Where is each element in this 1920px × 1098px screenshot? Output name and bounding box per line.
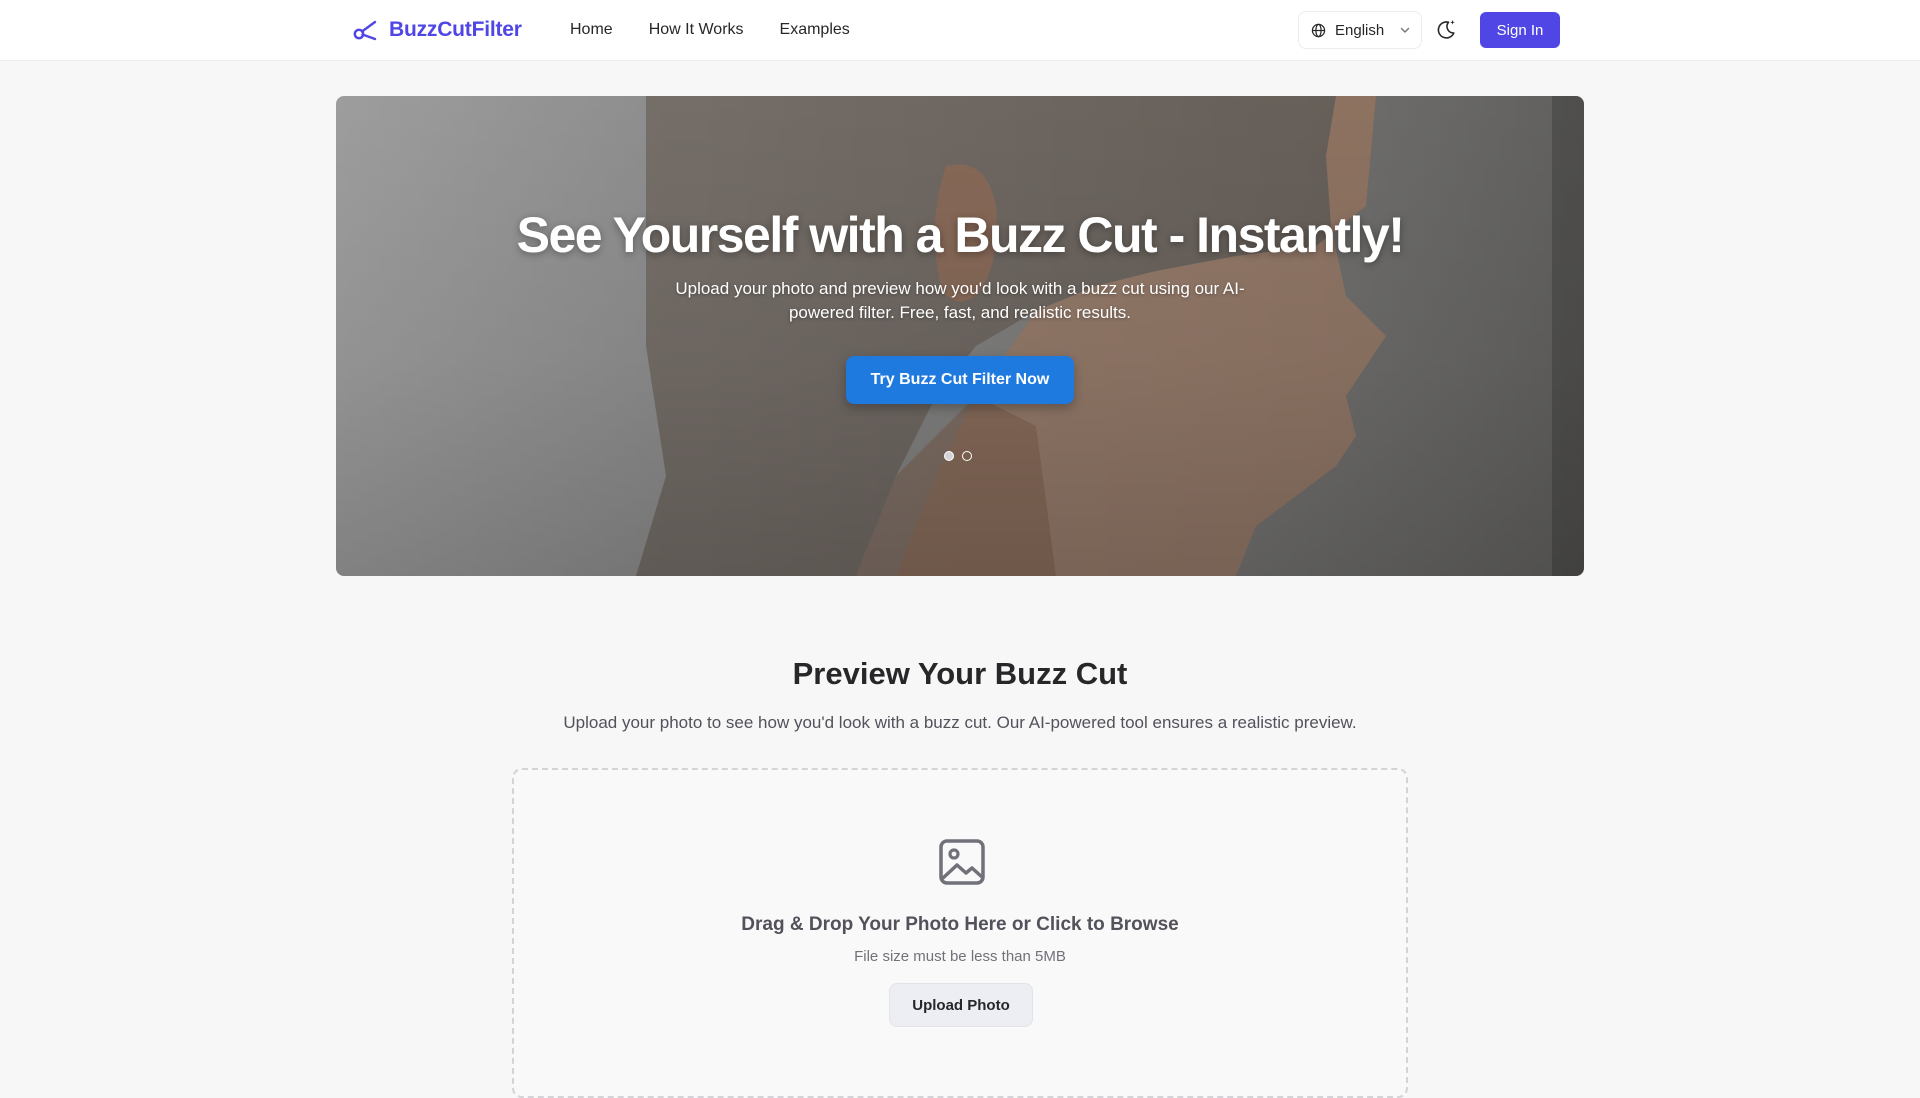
carousel-dot-2[interactable] xyxy=(962,451,972,461)
nav-link-home[interactable]: Home xyxy=(570,21,613,39)
sign-in-button[interactable]: Sign In xyxy=(1480,12,1560,48)
nav-link-examples[interactable]: Examples xyxy=(780,21,850,39)
brand-name: BuzzCutFilter xyxy=(389,18,522,41)
hero-banner: See Yourself with a Buzz Cut - Instantly… xyxy=(336,96,1584,576)
brand-logo[interactable]: BuzzCutFilter xyxy=(353,16,522,44)
carousel-dot-1[interactable] xyxy=(944,451,954,461)
language-label: English xyxy=(1335,21,1385,39)
dropzone-file-size-note: File size must be less than 5MB xyxy=(854,948,1066,965)
chevron-down-icon xyxy=(1401,27,1410,33)
theme-toggle-button[interactable] xyxy=(1434,17,1460,43)
top-navbar: BuzzCutFilter Home How It Works Examples… xyxy=(0,0,1920,61)
hero-overlay xyxy=(336,96,1584,576)
main-nav: Home How It Works Examples xyxy=(570,0,850,60)
globe-icon xyxy=(1311,23,1326,37)
preview-section-subtitle: Upload your photo to see how you'd look … xyxy=(563,713,1357,732)
try-filter-button[interactable]: Try Buzz Cut Filter Now xyxy=(846,356,1074,404)
photo-dropzone[interactable]: Drag & Drop Your Photo Here or Click to … xyxy=(512,768,1408,1098)
hero-subtitle: Upload your photo and preview how you'd … xyxy=(675,279,1245,322)
scissors-logo-icon xyxy=(353,20,377,41)
language-selector[interactable]: English xyxy=(1298,11,1422,49)
carousel-indicators xyxy=(944,451,972,461)
hero-title: See Yourself with a Buzz Cut - Instantly… xyxy=(516,207,1405,263)
upload-photo-button[interactable]: Upload Photo xyxy=(889,983,1033,1027)
nav-link-how-it-works[interactable]: How It Works xyxy=(649,21,744,39)
dropzone-title: Drag & Drop Your Photo Here or Click to … xyxy=(741,914,1179,935)
moon-sparkle-icon xyxy=(1437,20,1455,39)
image-icon xyxy=(939,839,985,885)
preview-section-title: Preview Your Buzz Cut xyxy=(792,656,1128,691)
